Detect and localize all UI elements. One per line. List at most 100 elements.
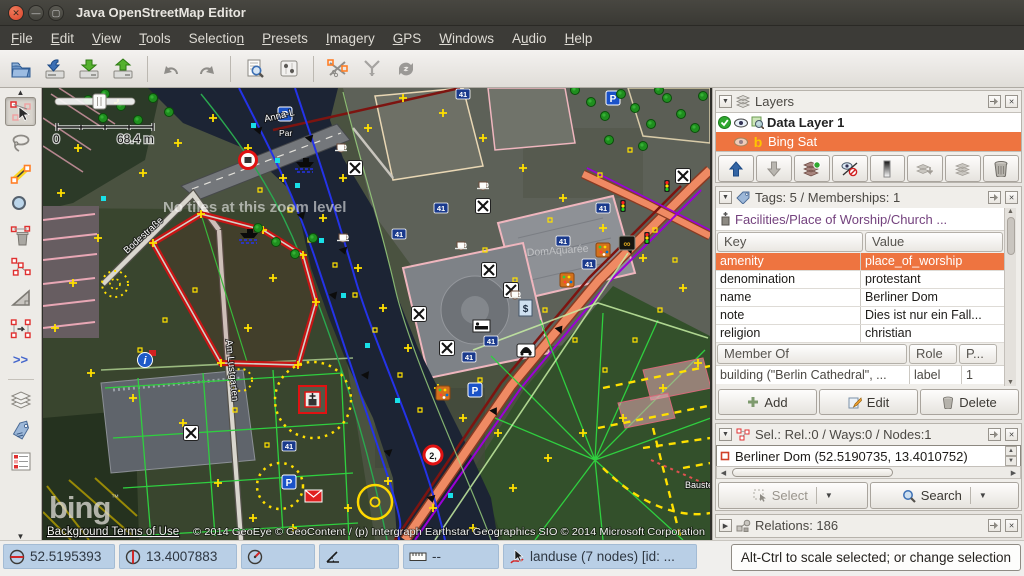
selection-list-item[interactable]: Berliner Dom (52.5190735, 13.4010752) ▲▼ — [716, 445, 1021, 466]
dropdown-caret: ▼ — [979, 491, 987, 500]
split-way-button[interactable] — [322, 53, 354, 85]
layers-collapse-button[interactable]: ▼ — [719, 95, 732, 108]
menu-audio[interactable]: Audio — [503, 28, 556, 49]
search-button-panel[interactable]: Search ▼ — [870, 482, 1020, 509]
scrollbar-thumb[interactable] — [732, 468, 893, 477]
window-minimize-button[interactable]: — — [28, 5, 44, 21]
layer-opacity-button[interactable] — [870, 155, 906, 182]
parallel-way-tool-button[interactable] — [5, 314, 36, 343]
window-close-button[interactable]: ✕ — [8, 5, 24, 21]
scroll-right-arrow[interactable]: ▶ — [1007, 467, 1020, 479]
status-bar: 52.5195393 13.4007883 -- landuse (7 node… — [0, 540, 1024, 576]
redo-button[interactable] — [190, 53, 222, 85]
layers-close-button[interactable]: ✕ — [1005, 95, 1018, 108]
value-column-header[interactable]: Value — [865, 232, 1003, 252]
menu-edit[interactable]: Edit — [42, 28, 83, 49]
layer-activate-button[interactable] — [794, 155, 830, 182]
upload-button[interactable] — [107, 53, 139, 85]
open-file-button[interactable] — [5, 53, 37, 85]
tag-row[interactable]: denominationprotestant — [716, 271, 1004, 289]
select-button[interactable]: Select ▼ — [718, 482, 868, 509]
menu-view[interactable]: View — [83, 28, 130, 49]
delete-node-icon — [10, 225, 32, 247]
tag-row[interactable]: noteDies ist nur ein Fall... — [716, 307, 1004, 325]
pin-icon — [990, 193, 999, 202]
scroll-left-arrow[interactable]: ◀ — [717, 467, 730, 479]
menu-file[interactable]: File — [2, 28, 42, 49]
menu-help[interactable]: Help — [556, 28, 602, 49]
delete-tool-button[interactable] — [5, 221, 36, 250]
tags-collapse-button[interactable]: ▼ — [719, 191, 732, 204]
membership-row[interactable]: building ("Berlin Cathedral", ... label … — [716, 365, 1004, 384]
select-tool-button[interactable] — [5, 97, 36, 126]
tools-scroll-up[interactable]: ▲ — [17, 89, 25, 96]
preset-link[interactable]: Facilities/Place of Worship/Church ... — [716, 208, 1004, 231]
menu-tools[interactable]: Tools — [130, 28, 180, 49]
undo-button[interactable] — [156, 53, 188, 85]
parking-icon — [468, 383, 482, 397]
visibility-eye-icon[interactable] — [734, 137, 748, 147]
member-of-header[interactable]: Member Of — [717, 344, 907, 364]
menu-windows[interactable]: Windows — [430, 28, 503, 49]
layer-row-data[interactable]: Data Layer 1 — [716, 113, 1021, 132]
toggle-layers-panel-button[interactable] — [5, 385, 36, 414]
selection-pin-button[interactable] — [988, 428, 1001, 441]
tag-row[interactable]: nameBerliner Dom — [716, 289, 1004, 307]
scrollbar-thumb[interactable] — [1007, 217, 1015, 255]
download-button[interactable] — [73, 53, 105, 85]
search-button[interactable] — [239, 53, 271, 85]
more-tools-button[interactable]: >> — [5, 345, 36, 374]
layer-move-down-button[interactable] — [756, 155, 792, 182]
delete-tag-button[interactable]: Delete — [920, 389, 1019, 415]
key-column-header[interactable]: Key — [717, 232, 863, 252]
selection-collapse-button[interactable]: ▼ — [719, 428, 732, 441]
menu-gps[interactable]: GPS — [384, 28, 431, 49]
menu-presets[interactable]: Presets — [253, 28, 317, 49]
scroll-up-arrow[interactable]: ▲ — [1007, 208, 1014, 215]
tag-row[interactable]: amenityplace_of_worship — [716, 253, 1004, 271]
role-header[interactable]: Role — [909, 344, 957, 364]
relations-pin-button[interactable] — [988, 519, 1001, 532]
edit-tag-button[interactable]: Edit — [819, 389, 918, 415]
draw-node-tool-button[interactable] — [5, 159, 36, 188]
toggle-dialogs-button[interactable] — [273, 53, 305, 85]
visibility-eye-icon[interactable] — [734, 118, 748, 128]
menu-imagery[interactable]: Imagery — [317, 28, 384, 49]
layer-duplicate-button[interactable] — [945, 155, 981, 182]
tags-pin-button[interactable] — [988, 191, 1001, 204]
add-tag-button[interactable]: Add — [718, 389, 817, 415]
layer-row-bing[interactable]: b Bing Sat — [716, 132, 1021, 151]
map-view[interactable]: P — [43, 88, 710, 540]
relations-close-button[interactable]: ✕ — [1005, 519, 1018, 532]
layer-move-up-button[interactable] — [718, 155, 754, 182]
toggle-tags-panel-button[interactable] — [5, 416, 36, 445]
position-header[interactable]: P... — [959, 344, 997, 364]
download-osm-button[interactable] — [39, 53, 71, 85]
tag-row[interactable]: religionchristian — [716, 325, 1004, 343]
unglue-icon — [10, 256, 32, 278]
zoom-tool-button[interactable] — [5, 190, 36, 219]
layer-visibility-button[interactable] — [832, 155, 868, 182]
unglue-tool-button[interactable] — [5, 252, 36, 281]
window-maximize-button[interactable]: ▢ — [48, 5, 64, 21]
layer-delete-button[interactable] — [983, 155, 1019, 182]
toggle-relations-panel-button[interactable] — [5, 447, 36, 476]
layer-merge-button[interactable] — [907, 155, 943, 182]
selection-horizontal-scrollbar[interactable]: ◀ ▶ — [716, 466, 1021, 479]
scroll-down-arrow[interactable]: ▼ — [1007, 379, 1014, 386]
map-canvas: P — [43, 88, 710, 540]
terms-of-use-link[interactable]: Background Terms of Use — [47, 526, 179, 538]
lasso-tool-button[interactable] — [5, 128, 36, 157]
selection-spinner[interactable]: ▲▼ — [1005, 446, 1017, 466]
refresh-button[interactable] — [390, 53, 422, 85]
extrude-tool-button[interactable] — [5, 283, 36, 312]
tags-close-button[interactable]: ✕ — [1005, 191, 1018, 204]
tags-vertical-scrollbar[interactable]: ▲ ▼ — [1004, 208, 1016, 386]
relations-expand-button[interactable]: ▶ — [719, 519, 732, 532]
tools-scroll-down[interactable]: ▼ — [17, 533, 25, 540]
menu-selection[interactable]: Selection — [180, 28, 254, 49]
combine-way-button[interactable] — [356, 53, 388, 85]
layers-pin-button[interactable] — [988, 95, 1001, 108]
selection-close-button[interactable]: ✕ — [1005, 428, 1018, 441]
selected-church-node[interactable] — [299, 386, 326, 413]
